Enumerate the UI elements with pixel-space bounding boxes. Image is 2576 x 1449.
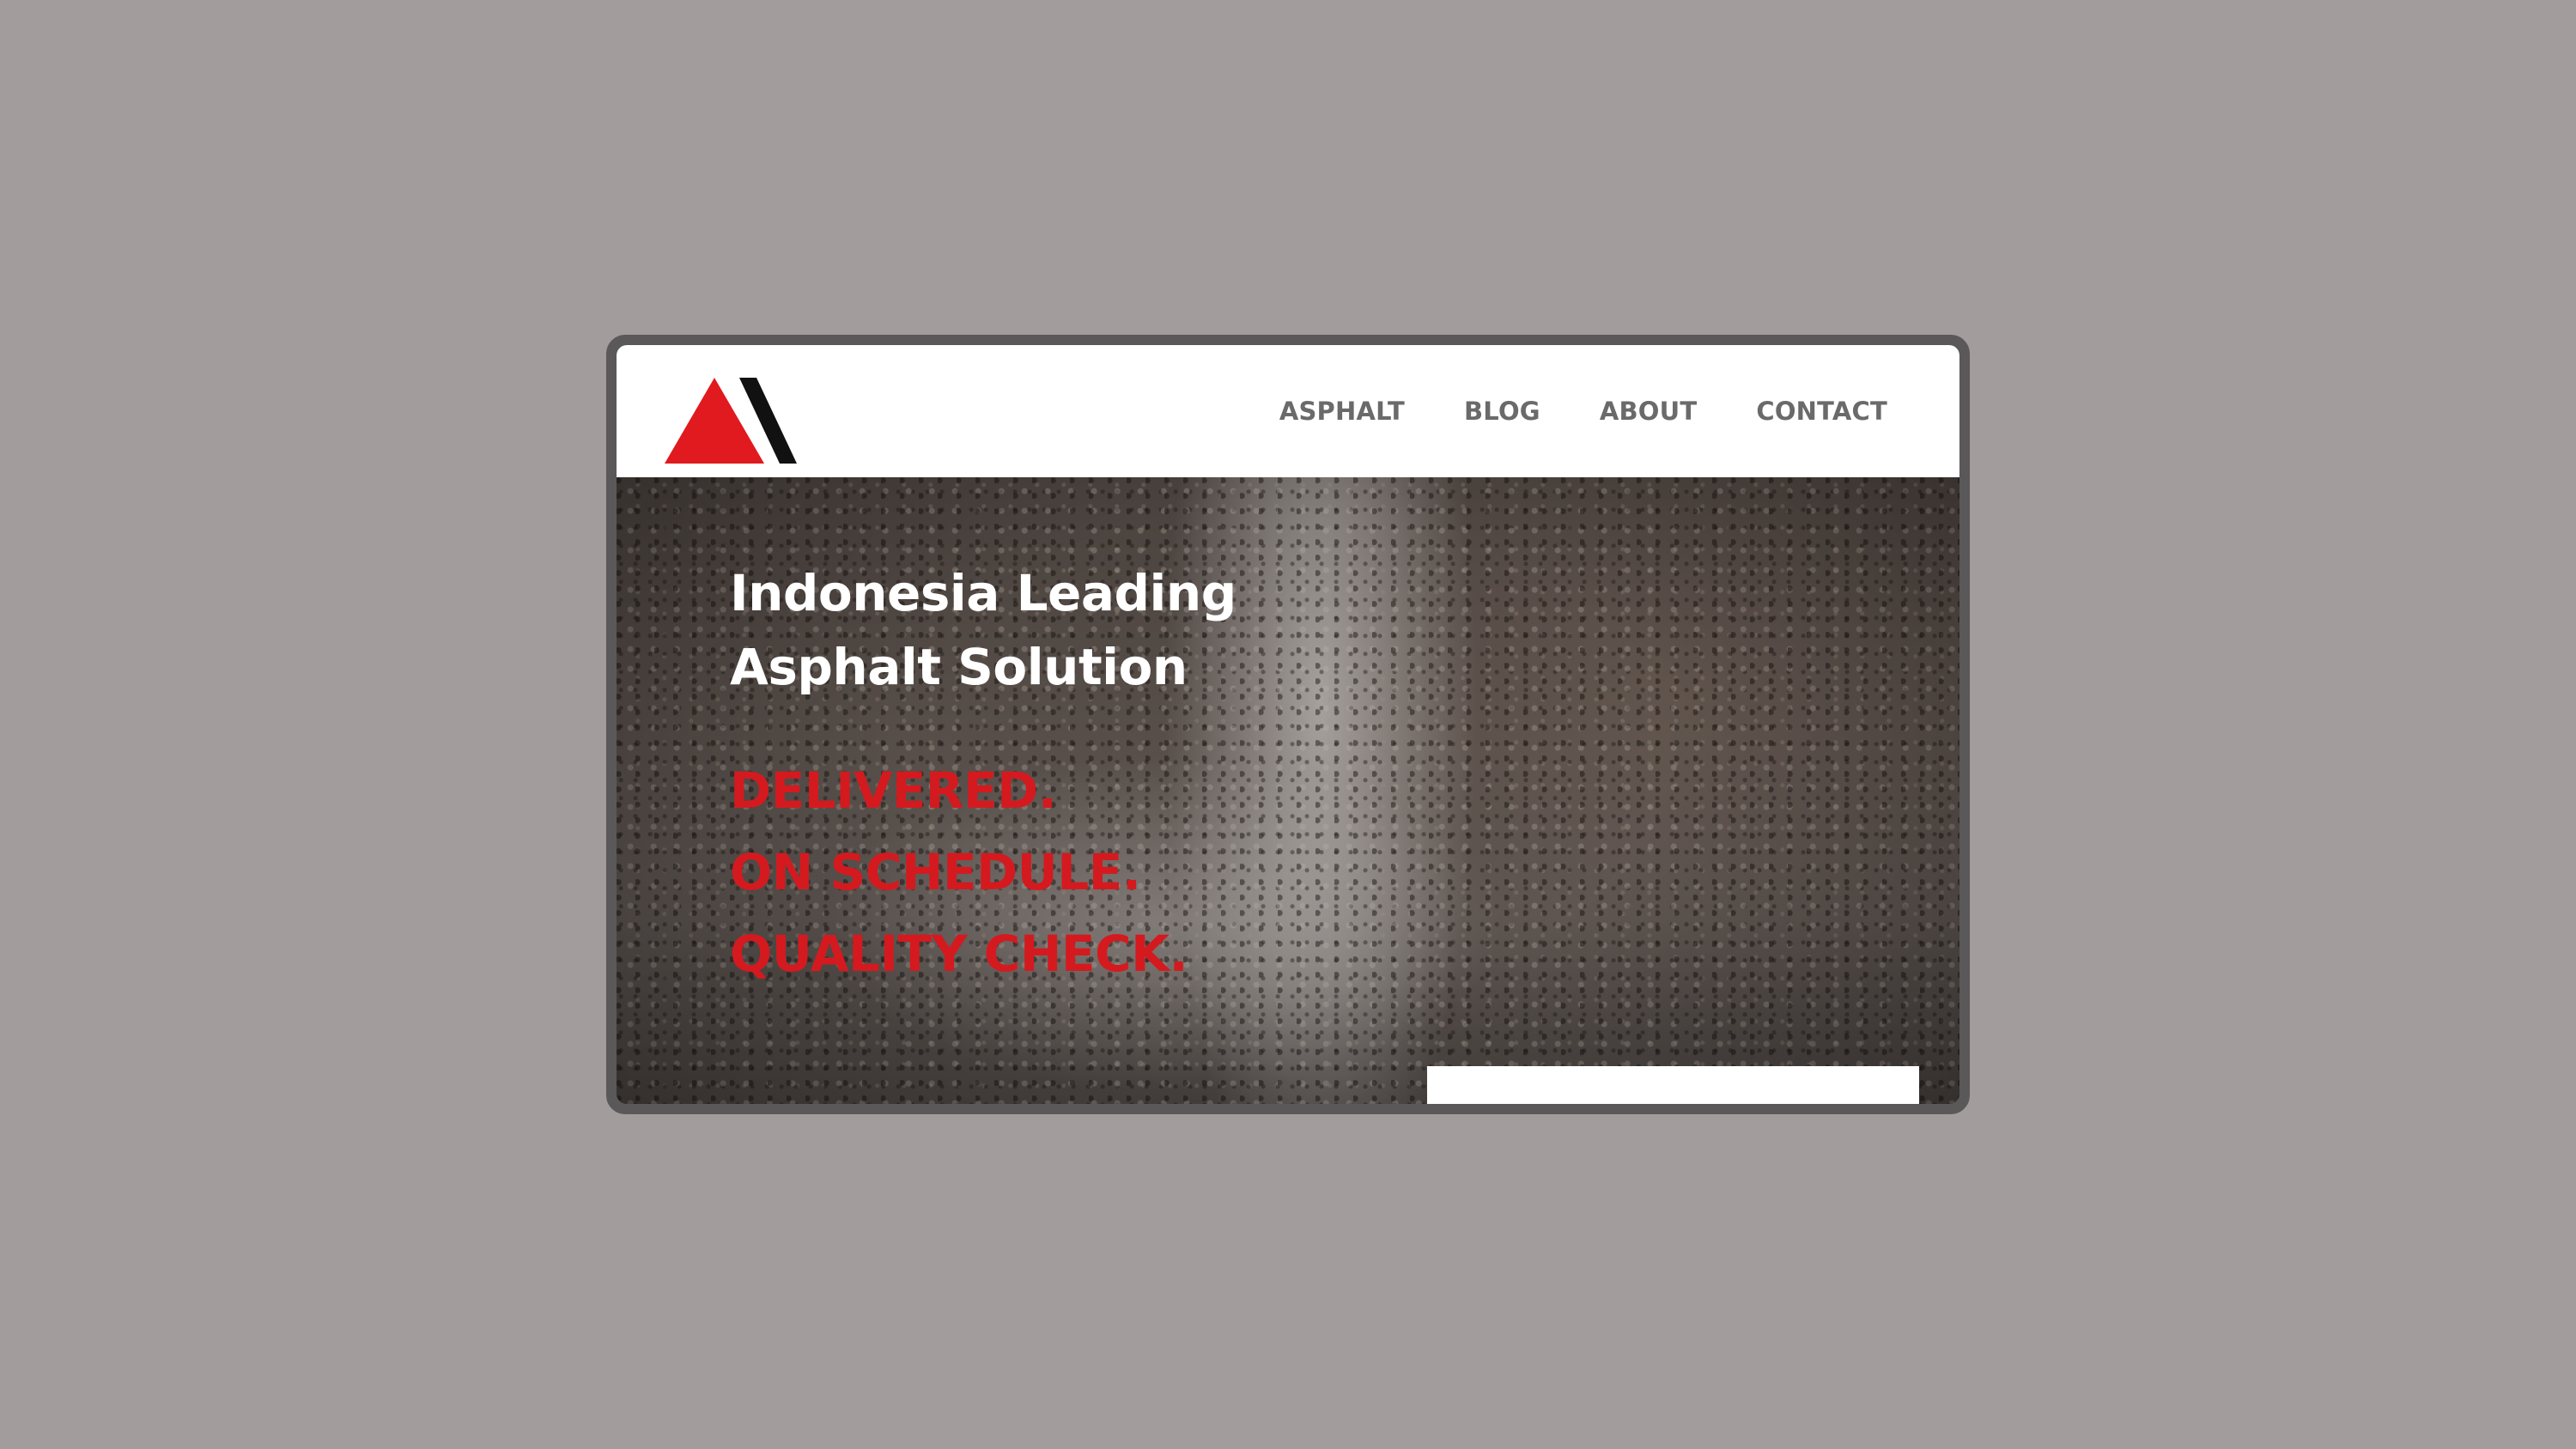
page-background: ASPHALT BLOG ABOUT CONTACT Indonesia Lea… (0, 0, 2576, 1449)
hero-title: Indonesia Leading Asphalt Solution (730, 556, 1236, 704)
nav-asphalt[interactable]: ASPHALT (1279, 397, 1405, 426)
cta-panel[interactable] (1427, 1066, 1919, 1104)
nav-about[interactable]: ABOUT (1600, 397, 1698, 426)
hero-title-line-1: Indonesia Leading (730, 564, 1236, 622)
nav-blog[interactable]: BLOG (1464, 397, 1540, 426)
hero-section: Indonesia Leading Asphalt Solution DELIV… (617, 477, 1959, 1104)
tagline-delivered: DELIVERED. (730, 761, 1057, 820)
website-screen: ASPHALT BLOG ABOUT CONTACT Indonesia Lea… (617, 345, 1959, 1104)
tagline-list: DELIVERED. ON SCHEDULE. QUALITY CHECK. (730, 750, 1188, 995)
site-header: ASPHALT BLOG ABOUT CONTACT (617, 345, 1959, 477)
device-frame: ASPHALT BLOG ABOUT CONTACT Indonesia Lea… (606, 335, 1970, 1114)
main-nav: ASPHALT BLOG ABOUT CONTACT (1279, 345, 1887, 477)
brand-logo[interactable] (665, 378, 797, 465)
tagline-on-schedule: ON SCHEDULE. (730, 843, 1141, 901)
tagline-quality-check: QUALITY CHECK. (730, 925, 1188, 983)
hero-title-line-2: Asphalt Solution (730, 638, 1188, 696)
triangle-logo-icon (665, 378, 797, 464)
nav-contact[interactable]: CONTACT (1756, 397, 1887, 426)
